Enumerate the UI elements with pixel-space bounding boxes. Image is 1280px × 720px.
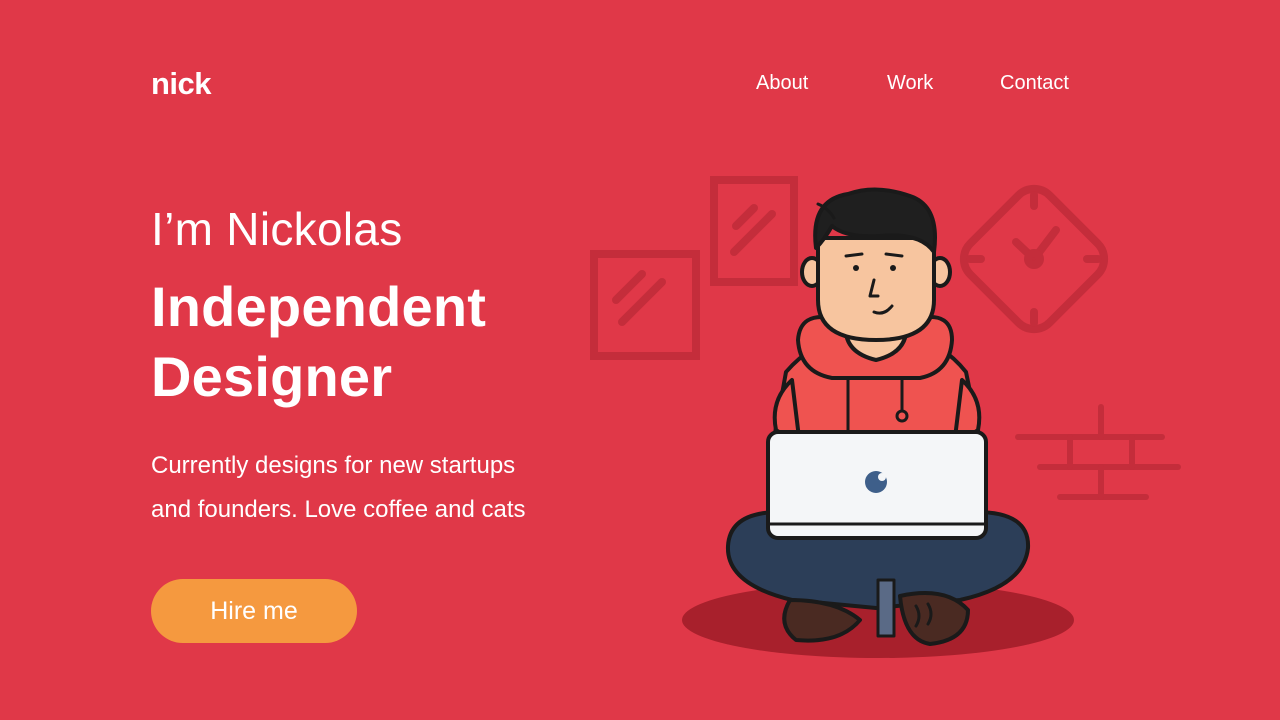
laptop-icon (766, 430, 988, 540)
hire-me-button[interactable]: Hire me (151, 579, 357, 643)
designer-character (682, 187, 1074, 658)
main-nav: About Work Contact (0, 72, 1280, 98)
hero-title-line-1: Independent (151, 275, 487, 338)
picture-frame-icon (590, 250, 700, 360)
nav-link-about[interactable]: About (756, 72, 808, 95)
hero-description-line-1: Currently designs for new startups (151, 452, 516, 479)
hero-title: Independent Designer (151, 272, 486, 412)
nav-link-contact[interactable]: Contact (1000, 72, 1069, 95)
hero-description-line-2: and founders. Love coffee and cats (151, 496, 526, 523)
nav-link-work[interactable]: Work (887, 72, 933, 95)
hero-intro: I’m Nickolas (151, 203, 403, 255)
brick-wall-icon (1015, 404, 1181, 500)
hero-title-line-2: Designer (151, 345, 393, 408)
picture-frame-icon (710, 176, 798, 286)
hero-description: Currently designs for new startups and f… (151, 444, 611, 532)
wall-clock-icon (959, 184, 1109, 334)
